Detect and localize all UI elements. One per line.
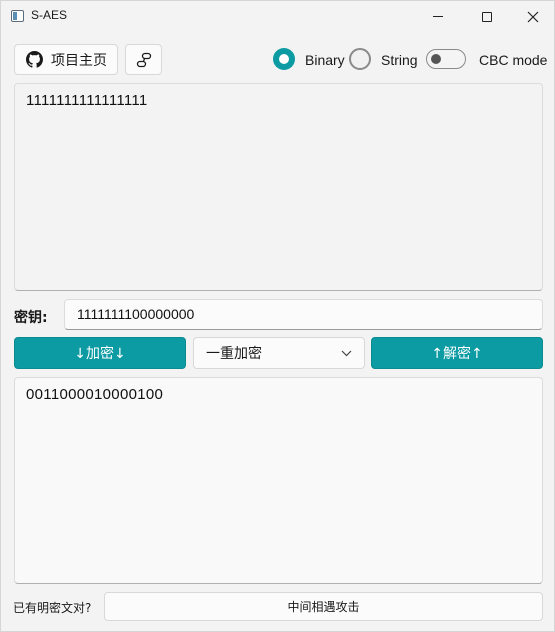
encryption-mode-select[interactable]: 一重加密	[193, 337, 365, 369]
close-button[interactable]	[510, 1, 555, 32]
string-radio[interactable]	[349, 48, 371, 70]
encrypt-button[interactable]: ↓加密↓	[14, 337, 186, 369]
binary-label[interactable]: Binary	[305, 52, 345, 68]
window-title: S-AES	[31, 8, 68, 22]
input-textarea[interactable]: 1111111111111111	[14, 83, 543, 291]
app-window: S-AES 项目主页 Binary String CBC mode 111111…	[0, 0, 555, 632]
string-label[interactable]: String	[381, 52, 418, 68]
cbc-mode-label[interactable]: CBC mode	[479, 52, 547, 68]
minimize-icon	[433, 16, 443, 17]
binary-radio[interactable]	[273, 48, 295, 70]
project-home-button[interactable]: 项目主页	[14, 44, 118, 75]
link-button[interactable]	[125, 44, 162, 75]
title-bar: S-AES	[1, 1, 554, 32]
maximize-icon	[482, 11, 492, 22]
plaintext-pair-question: 已有明密文对?	[13, 601, 92, 615]
minimize-button[interactable]	[415, 1, 461, 32]
output-textarea[interactable]: 0011000010000100	[14, 377, 543, 584]
maximize-button[interactable]	[464, 1, 510, 32]
decrypt-button[interactable]: ↑解密↑	[371, 337, 543, 369]
encryption-mode-value: 一重加密	[206, 346, 262, 362]
github-icon	[26, 51, 43, 68]
key-input[interactable]: 1111111100000000	[64, 299, 543, 330]
chevron-down-icon	[341, 350, 352, 356]
app-icon	[11, 10, 24, 22]
meet-in-the-middle-attack-button[interactable]: 中间相遇攻击	[104, 592, 543, 621]
close-icon	[527, 11, 539, 22]
cbc-mode-toggle[interactable]	[426, 49, 466, 69]
project-home-label: 项目主页	[51, 52, 107, 69]
link-icon	[136, 52, 151, 67]
key-label: 密钥:	[14, 310, 48, 326]
